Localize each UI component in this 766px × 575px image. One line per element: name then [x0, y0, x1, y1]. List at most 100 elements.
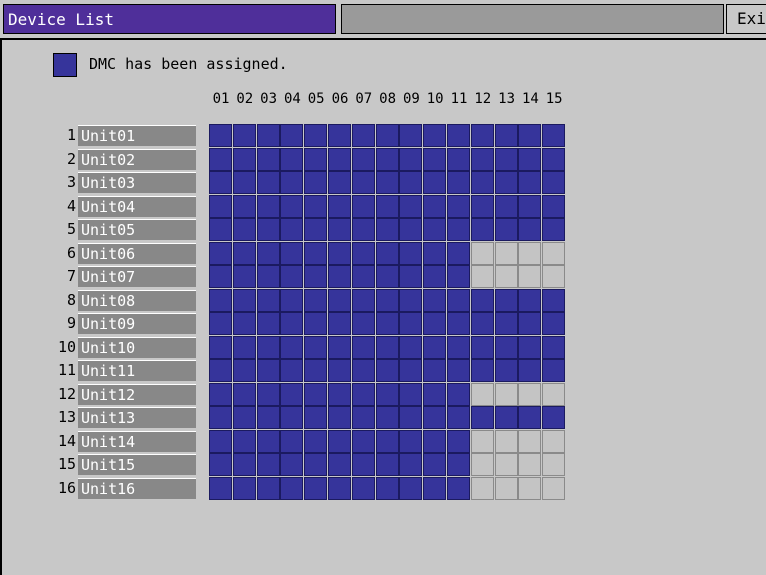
assigned-cell[interactable]	[304, 453, 328, 476]
unit-name-field[interactable]: Unit13	[78, 407, 196, 428]
unit-name-field[interactable]: Unit09	[78, 313, 196, 334]
assigned-cell[interactable]	[351, 406, 375, 429]
unassigned-cell[interactable]	[470, 453, 494, 476]
assigned-cell[interactable]	[232, 382, 256, 406]
unit-name-field[interactable]: Unit01	[78, 125, 196, 146]
assigned-cell[interactable]	[542, 171, 566, 194]
assigned-cell[interactable]	[518, 147, 542, 171]
assigned-cell[interactable]	[280, 171, 304, 194]
assigned-cell[interactable]	[280, 429, 304, 453]
assigned-cell[interactable]	[232, 194, 256, 218]
assigned-cell[interactable]	[256, 453, 280, 476]
assigned-cell[interactable]	[351, 453, 375, 476]
assigned-cell[interactable]	[304, 382, 328, 406]
assigned-cell[interactable]	[542, 312, 566, 335]
assigned-cell[interactable]	[328, 359, 351, 382]
assigned-cell[interactable]	[470, 194, 494, 218]
unit-name-field[interactable]: Unit11	[78, 360, 196, 381]
assigned-cell[interactable]	[447, 335, 470, 359]
unassigned-cell[interactable]	[542, 429, 566, 453]
assigned-cell[interactable]	[256, 312, 280, 335]
unassigned-cell[interactable]	[542, 453, 566, 476]
assigned-cell[interactable]	[518, 194, 542, 218]
assigned-cell[interactable]	[494, 359, 518, 382]
assigned-cell[interactable]	[304, 147, 328, 171]
assigned-cell[interactable]	[256, 359, 280, 382]
unassigned-cell[interactable]	[518, 382, 542, 406]
assigned-cell[interactable]	[542, 359, 566, 382]
assigned-cell[interactable]	[399, 453, 423, 476]
assigned-cell[interactable]	[280, 359, 304, 382]
unassigned-cell[interactable]	[494, 382, 518, 406]
assigned-cell[interactable]	[351, 359, 375, 382]
assigned-cell[interactable]	[399, 241, 423, 265]
assigned-cell[interactable]	[280, 124, 304, 147]
unassigned-cell[interactable]	[470, 382, 494, 406]
assigned-cell[interactable]	[209, 265, 232, 288]
assigned-cell[interactable]	[447, 218, 470, 241]
assigned-cell[interactable]	[209, 288, 232, 312]
assigned-cell[interactable]	[518, 218, 542, 241]
assigned-cell[interactable]	[518, 288, 542, 312]
assigned-cell[interactable]	[328, 453, 351, 476]
assigned-cell[interactable]	[542, 288, 566, 312]
unit-name-field[interactable]: Unit04	[78, 195, 196, 217]
assigned-cell[interactable]	[328, 194, 351, 218]
assigned-cell[interactable]	[328, 265, 351, 288]
assigned-cell[interactable]	[280, 241, 304, 265]
unassigned-cell[interactable]	[518, 429, 542, 453]
assigned-cell[interactable]	[542, 406, 566, 429]
assigned-cell[interactable]	[328, 218, 351, 241]
unassigned-cell[interactable]	[542, 265, 566, 288]
assigned-cell[interactable]	[351, 171, 375, 194]
assigned-cell[interactable]	[375, 147, 399, 171]
assigned-cell[interactable]	[328, 429, 351, 453]
assigned-cell[interactable]	[256, 335, 280, 359]
assigned-cell[interactable]	[209, 312, 232, 335]
assigned-cell[interactable]	[518, 359, 542, 382]
assigned-cell[interactable]	[375, 476, 399, 500]
assigned-cell[interactable]	[304, 359, 328, 382]
unassigned-cell[interactable]	[518, 265, 542, 288]
assigned-cell[interactable]	[423, 429, 447, 453]
assigned-cell[interactable]	[351, 312, 375, 335]
assigned-cell[interactable]	[423, 171, 447, 194]
assigned-cell[interactable]	[328, 335, 351, 359]
unit-name-field[interactable]: Unit03	[78, 172, 196, 193]
assigned-cell[interactable]	[447, 476, 470, 500]
assigned-cell[interactable]	[280, 288, 304, 312]
assigned-cell[interactable]	[209, 218, 232, 241]
assigned-cell[interactable]	[423, 453, 447, 476]
assigned-cell[interactable]	[399, 335, 423, 359]
assigned-cell[interactable]	[423, 265, 447, 288]
assigned-cell[interactable]	[423, 406, 447, 429]
assigned-cell[interactable]	[351, 124, 375, 147]
assigned-cell[interactable]	[399, 171, 423, 194]
assigned-cell[interactable]	[447, 241, 470, 265]
assigned-cell[interactable]	[351, 335, 375, 359]
assigned-cell[interactable]	[447, 382, 470, 406]
unassigned-cell[interactable]	[542, 476, 566, 500]
assigned-cell[interactable]	[280, 312, 304, 335]
assigned-cell[interactable]	[280, 453, 304, 476]
assigned-cell[interactable]	[209, 359, 232, 382]
assigned-cell[interactable]	[209, 382, 232, 406]
assigned-cell[interactable]	[256, 147, 280, 171]
assigned-cell[interactable]	[351, 476, 375, 500]
unit-name-field[interactable]: Unit14	[78, 430, 196, 452]
assigned-cell[interactable]	[280, 265, 304, 288]
assigned-cell[interactable]	[518, 124, 542, 147]
assigned-cell[interactable]	[375, 382, 399, 406]
assigned-cell[interactable]	[256, 194, 280, 218]
assigned-cell[interactable]	[447, 312, 470, 335]
assigned-cell[interactable]	[232, 241, 256, 265]
assigned-cell[interactable]	[209, 124, 232, 147]
assigned-cell[interactable]	[470, 359, 494, 382]
unit-name-field[interactable]: Unit06	[78, 242, 196, 264]
assigned-cell[interactable]	[351, 241, 375, 265]
assigned-cell[interactable]	[328, 288, 351, 312]
assigned-cell[interactable]	[447, 288, 470, 312]
assigned-cell[interactable]	[399, 359, 423, 382]
assigned-cell[interactable]	[304, 218, 328, 241]
assigned-cell[interactable]	[399, 288, 423, 312]
